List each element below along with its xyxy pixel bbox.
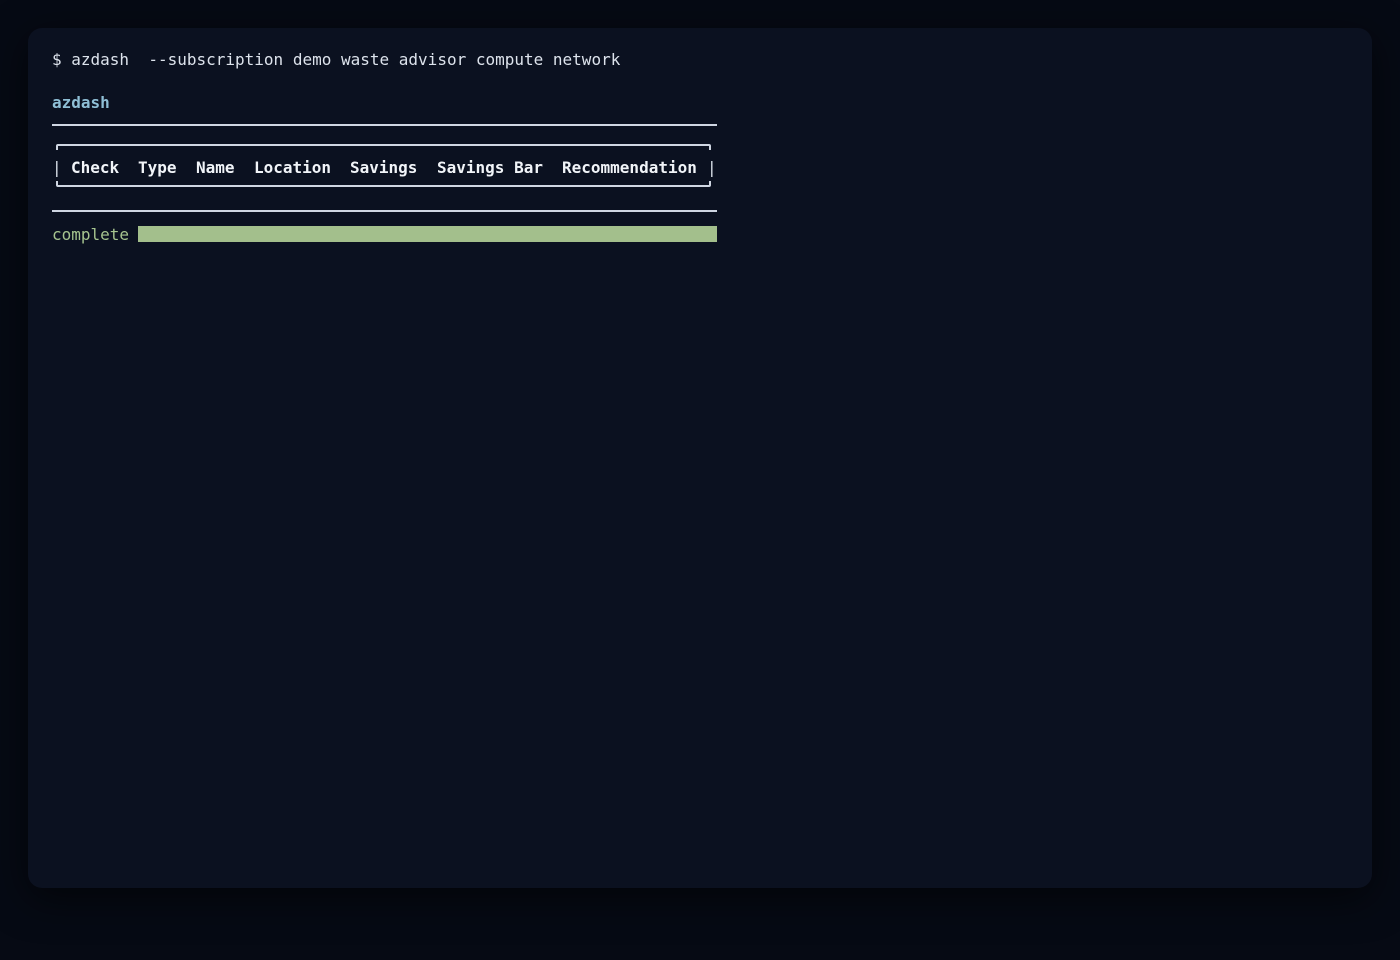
bottom-rule (52, 210, 717, 212)
column-header-name: Name (196, 158, 235, 177)
progress-bar (138, 226, 717, 242)
app-title: azdash (52, 93, 110, 112)
column-header-location: Location (254, 158, 332, 177)
top-rule (52, 124, 717, 126)
column-header-type: Type (138, 158, 177, 177)
table-border-left: | (52, 158, 62, 177)
command-line: $ azdash --subscription demo waste advis… (52, 50, 621, 69)
progress-bar-fill (138, 226, 717, 242)
progress-row: complete (52, 224, 717, 244)
terminal-window: $ azdash --subscription demo waste advis… (28, 28, 1372, 888)
results-table-header: | Check Type Name Location Savings Savin… (52, 144, 717, 192)
column-header-recommendation: Recommendation (562, 158, 697, 177)
progress-label: complete (52, 225, 130, 244)
column-header-savings-bar: Savings Bar (437, 158, 543, 177)
column-header-check: Check (71, 158, 120, 177)
table-border-right: | (707, 158, 717, 177)
column-header-savings: Savings (350, 158, 418, 177)
